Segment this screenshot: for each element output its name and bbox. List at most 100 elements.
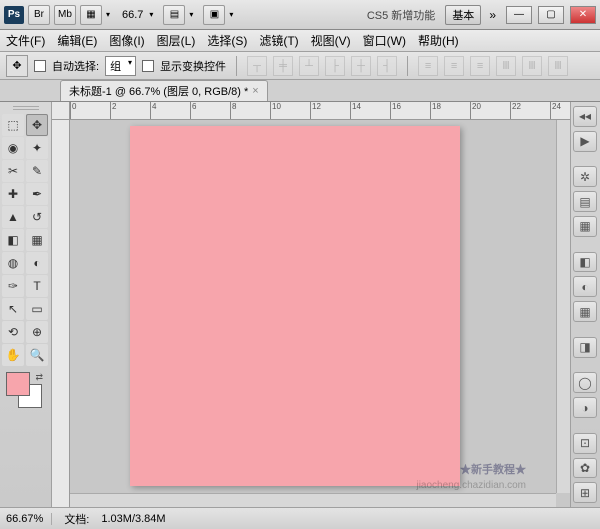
paragraph-panel-icon[interactable]: ✿ [573,458,597,479]
chevron-down-icon[interactable]: ▾ [106,10,116,19]
titlebar: Ps Br Mb ▦▾ 66.7▾ ▤▾ ▣▾ CS5 新增功能 基本 » — … [0,0,600,30]
dodge-tool[interactable]: ◐ [26,252,48,274]
canvas-viewport[interactable]: ★新手教程★ jiaocheng.chazidian.com [70,120,556,493]
hand-tool[interactable]: ✋ [2,344,24,366]
chevron-down-icon[interactable]: ▾ [149,10,159,19]
move-tool-icon[interactable]: ✥ [6,55,28,77]
marquee-tool[interactable]: ⬚ [2,114,24,136]
divider [407,56,408,76]
close-button[interactable]: ✕ [570,6,596,24]
workspace-new-features[interactable]: CS5 新增功能 [361,7,441,23]
navigator-panel-icon[interactable]: ✲ [573,166,597,187]
watermark-text: ★新手教程★ [460,461,526,477]
auto-select-checkbox[interactable] [34,60,46,72]
dist-hcenter-icon: Ⅲ [522,56,542,76]
auto-select-label: 自动选择: [52,58,99,74]
menu-help[interactable]: 帮助(H) [418,32,459,49]
crop-tool[interactable]: ✂ [2,160,24,182]
workspace-basic-button[interactable]: 基本 [445,5,481,25]
eyedropper-tool[interactable]: ✎ [26,160,48,182]
canvas[interactable] [130,126,460,486]
menubar: 文件(F) 编辑(E) 图像(I) 图层(L) 选择(S) 滤镜(T) 视图(V… [0,30,600,52]
move-tool[interactable]: ✥ [26,114,48,136]
minibridge-button[interactable]: Mb [54,5,76,25]
dist-top-icon: ≡ [418,56,438,76]
options-bar: ✥ 自动选择: 组 显示变换控件 ┬ ╪ ┴ ├ ┼ ┤ ≡ ≡ ≡ Ⅲ Ⅲ Ⅲ [0,52,600,80]
3d-tool[interactable]: ⟲ [2,321,24,343]
dist-right-icon: Ⅲ [548,56,568,76]
zoom-tool[interactable]: 🔍 [26,344,48,366]
brush-tool[interactable]: ✒ [26,183,48,205]
menu-layer[interactable]: 图层(L) [157,32,196,49]
ruler-corner[interactable] [52,102,70,120]
swatches-panel-icon[interactable]: ▦ [573,216,597,237]
document-tab[interactable]: 未标题-1 @ 66.7% (图层 0, RGB/8) * × [60,80,268,101]
align-top-icon: ┬ [247,56,267,76]
lasso-tool[interactable]: ◉ [2,137,24,159]
channels-panel-icon[interactable]: ◯ [573,372,597,393]
auto-select-mode-select[interactable]: 组 [105,56,136,76]
transform-controls-label: 显示变换控件 [160,58,226,74]
status-zoom[interactable]: 66.67% [6,513,52,525]
toolbox: ⬚ ✥ ◉ ✦ ✂ ✎ ✚ ✒ ▲ ↺ ◧ ▦ ◍ ◐ ✑ T ↖ ▭ ⟲ ⊕ … [0,102,52,507]
masks-panel-icon[interactable]: ▦ [573,301,597,322]
expand-panels-icon[interactable]: ◂◂ [573,106,597,127]
watermark-url: jiaocheng.chazidian.com [416,480,526,491]
status-doc-label: 文档: [64,511,89,527]
vertical-scrollbar[interactable] [556,120,570,493]
menu-select[interactable]: 选择(S) [207,32,247,49]
screen-mode-button[interactable]: ▣ [203,5,225,25]
paths-panel-icon[interactable]: ◑ [573,397,597,418]
document-tabbar: 未标题-1 @ 66.7% (图层 0, RGB/8) * × [0,80,600,102]
toolbox-handle[interactable] [2,106,49,112]
right-panel-dock: ◂◂ ▶ ✲ ▤ ▦ ◧ ◐ ▦ ◨ ◯ ◑ ⊡ ✿ ⊞ [570,102,600,507]
menu-filter[interactable]: 滤镜(T) [259,32,298,49]
foreground-color-swatch[interactable] [6,372,30,396]
pen-tool[interactable]: ✑ [2,275,24,297]
character-panel-icon[interactable]: ⊞ [573,482,597,503]
bridge-button[interactable]: Br [28,5,50,25]
history-panel-icon[interactable]: ▶ [573,131,597,152]
transform-controls-checkbox[interactable] [142,60,154,72]
adjustments-panel-icon[interactable]: ◐ [573,276,597,297]
eraser-tool[interactable]: ◧ [2,229,24,251]
menu-view[interactable]: 视图(V) [311,32,351,49]
document-tab-title: 未标题-1 @ 66.7% (图层 0, RGB/8) * [69,83,248,99]
zoom-level[interactable]: 66.7 [120,9,145,21]
healing-brush-tool[interactable]: ✚ [2,183,24,205]
type-tool[interactable]: T [26,275,48,297]
dist-bottom-icon: ≡ [470,56,490,76]
info-panel-icon[interactable]: ⊡ [573,433,597,454]
menu-image[interactable]: 图像(I) [109,32,144,49]
shape-tool[interactable]: ▭ [26,298,48,320]
menu-edit[interactable]: 编辑(E) [57,32,97,49]
magic-wand-tool[interactable]: ✦ [26,137,48,159]
history-brush-tool[interactable]: ↺ [26,206,48,228]
statusbar: 66.67% 文档: 1.03M/3.84M [0,507,600,529]
maximize-button[interactable]: ▢ [538,6,564,24]
status-doc-size[interactable]: 1.03M/3.84M [101,513,165,525]
chevron-down-icon[interactable]: ▾ [229,10,239,19]
dist-vcenter-icon: ≡ [444,56,464,76]
horizontal-scrollbar[interactable] [70,493,556,507]
menu-window[interactable]: 窗口(W) [363,32,406,49]
tab-close-icon[interactable]: × [252,85,258,97]
path-select-tool[interactable]: ↖ [2,298,24,320]
color-panel-icon[interactable]: ▤ [573,191,597,212]
vertical-ruler[interactable] [52,120,70,507]
3d-camera-tool[interactable]: ⊕ [26,321,48,343]
menu-file[interactable]: 文件(F) [6,32,45,49]
clone-stamp-tool[interactable]: ▲ [2,206,24,228]
minimize-button[interactable]: — [506,6,532,24]
styles-panel-icon[interactable]: ◧ [573,252,597,273]
view-extras-button[interactable]: ▦ [80,5,102,25]
layers-panel-icon[interactable]: ◨ [573,337,597,358]
workspace-more-icon[interactable]: » [485,8,500,22]
gradient-tool[interactable]: ▦ [26,229,48,251]
chevron-down-icon[interactable]: ▾ [189,10,199,19]
blur-tool[interactable]: ◍ [2,252,24,274]
swap-colors-icon[interactable]: ⇄ [35,372,43,383]
arrange-docs-button[interactable]: ▤ [163,5,185,25]
divider [236,56,237,76]
horizontal-ruler[interactable]: 024681012141618202224 [70,102,570,120]
